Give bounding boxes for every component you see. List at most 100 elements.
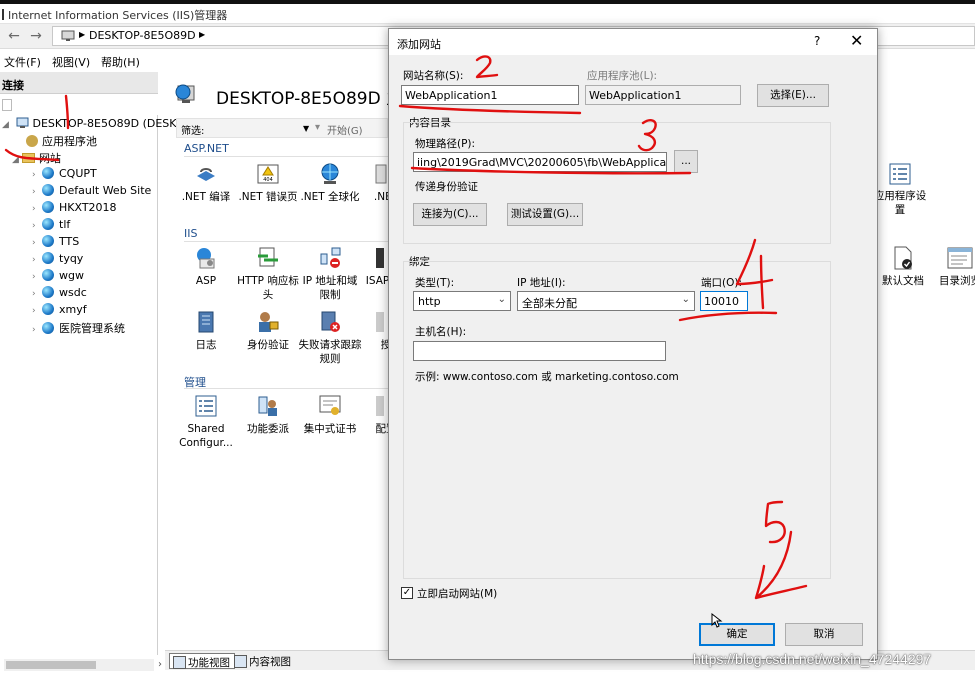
globe-icon: [42, 252, 54, 264]
chevron-right-icon[interactable]: ›: [32, 187, 42, 197]
globe-icon: [42, 184, 54, 196]
new-connection-icon[interactable]: [2, 99, 12, 111]
tree-site-item[interactable]: › tlf: [32, 218, 70, 231]
tree-horizontal-scrollbar[interactable]: ›: [4, 659, 162, 671]
start-immediately-checkbox[interactable]: ✓: [401, 587, 413, 599]
feature-http-response-headers[interactable]: HTTP 响应标头: [236, 246, 300, 302]
server-icon: [16, 117, 28, 128]
svg-text:404: 404: [263, 177, 273, 183]
select-app-pool-button[interactable]: 选择(E)...: [757, 84, 829, 107]
chevron-right-icon[interactable]: ›: [32, 170, 42, 180]
chevron-down-icon[interactable]: ◢: [2, 120, 12, 130]
ip-address-select[interactable]: 全部未分配 ⌄: [517, 291, 695, 311]
feature-label: IP 地址和域限制: [302, 275, 358, 301]
chevron-right-icon[interactable]: ›: [32, 272, 42, 282]
feature-shared-configuration[interactable]: Shared Configur...: [174, 394, 238, 450]
type-select[interactable]: http ⌄: [413, 291, 511, 311]
scroll-right-icon[interactable]: ›: [158, 659, 162, 670]
cert-icon: [318, 394, 342, 418]
feature-asp[interactable]: ASP: [174, 246, 238, 288]
close-icon[interactable]: ✕: [850, 31, 863, 50]
pass-through-auth-label: 传递身份验证: [415, 181, 478, 193]
back-arrow-icon[interactable]: ←: [4, 26, 24, 46]
chevron-down-icon[interactable]: ▼: [303, 124, 309, 133]
add-website-dialog: 添加网站 ? ✕ 网站名称(S): WebApplication1 应用程序池(…: [388, 28, 878, 660]
feature-label: 集中式证书: [303, 423, 357, 435]
globe-icon: [318, 162, 342, 186]
tree-server-node[interactable]: ◢ DESKTOP-8E5O89D (DESKT: [2, 117, 182, 130]
globe-icon: [42, 218, 54, 230]
chevron-right-icon[interactable]: ›: [32, 255, 42, 265]
chevron-right-icon[interactable]: ›: [32, 325, 42, 335]
tree-site-item[interactable]: › xmyf: [32, 303, 87, 316]
browse-path-button[interactable]: ...: [674, 150, 698, 173]
feature-delegation[interactable]: 功能委派: [236, 394, 300, 436]
watermark: https://blog.csdn.net/weixin_47244297: [693, 651, 932, 667]
connections-tree: ◢ DESKTOP-8E5O89D (DESKT 应用程序池 ◢ 网站 › CQUP…: [0, 115, 182, 655]
tab-content-view[interactable]: 内容视图: [231, 653, 295, 669]
menu-view[interactable]: 视图(V): [52, 54, 90, 70]
tree-site-item[interactable]: › HKXT2018: [32, 201, 117, 214]
globe-icon: [42, 286, 54, 298]
connect-as-button[interactable]: 连接为(C)...: [413, 203, 487, 226]
feature-centralized-certificates[interactable]: 集中式证书: [298, 394, 362, 436]
tree-site-label: 医院管理系统: [59, 322, 125, 335]
dialog-titlebar: 添加网站 ? ✕: [389, 29, 877, 55]
start-filter-button[interactable]: 开始(G): [327, 122, 363, 137]
feature-label: 功能委派: [247, 423, 289, 435]
menu-file[interactable]: 文件(F): [4, 54, 41, 70]
tree-site-item[interactable]: › tyqy: [32, 252, 83, 265]
feature-net-compilation[interactable]: .NET 编译: [174, 162, 238, 204]
help-icon[interactable]: ?: [814, 34, 820, 48]
physical-path-label: 物理路径(P):: [415, 138, 476, 150]
port-input[interactable]: 10010: [700, 291, 748, 311]
main-header: DESKTOP-8E5O89D 主: [168, 72, 403, 114]
app-pool-label: 应用程序池(L):: [587, 70, 658, 82]
chevron-right-icon[interactable]: ›: [32, 238, 42, 248]
tree-site-item[interactable]: › 医院管理系统: [32, 320, 125, 336]
tree-app-pools-label: 应用程序池: [42, 135, 97, 148]
site-name-input[interactable]: WebApplication1: [401, 85, 579, 105]
tree-app-pools[interactable]: 应用程序池: [26, 133, 97, 149]
tree-sites[interactable]: ◢ 网站: [12, 150, 61, 166]
feature-net-globalization[interactable]: .NET 全球化: [298, 162, 362, 204]
tree-site-label: wgw: [59, 269, 84, 282]
dialog-title: 添加网站: [397, 38, 441, 51]
feature-ip-domain-restrictions[interactable]: IP 地址和域限制: [298, 246, 362, 302]
physical-path-input[interactable]: iing\2019Grad\MVC\20200605\fb\WebApplica…: [413, 152, 667, 172]
chevron-right-icon[interactable]: ›: [32, 289, 42, 299]
feature-app-settings[interactable]: 应用程序设置: [870, 163, 930, 217]
tree-site-item[interactable]: › wgw: [32, 269, 84, 282]
filter-funnel-icon[interactable]: ▾: [315, 122, 320, 133]
tab-features-view[interactable]: 功能视图: [169, 653, 235, 669]
cancel-button[interactable]: 取消: [785, 623, 863, 646]
scrollbar-thumb[interactable]: [6, 661, 96, 669]
feature-default-document[interactable]: 默认文档: [873, 246, 933, 288]
feature-authentication[interactable]: 身份验证: [236, 310, 300, 352]
chevron-right-icon[interactable]: ›: [32, 221, 42, 231]
chevron-right-icon[interactable]: ▶: [199, 30, 205, 39]
start-immediately-label: 立即启动网站(M): [417, 588, 498, 600]
connections-header: 连接: [0, 72, 158, 94]
section-management: 管理: [184, 376, 394, 389]
chevron-right-icon[interactable]: ›: [32, 306, 42, 316]
tree-site-label: xmyf: [59, 303, 87, 316]
ip-icon: [318, 246, 342, 270]
tree-site-item[interactable]: › TTS: [32, 235, 79, 248]
test-settings-button[interactable]: 测试设置(G)...: [507, 203, 583, 226]
tree-site-item[interactable]: › wsdc: [32, 286, 87, 299]
chevron-down-icon[interactable]: ◢: [12, 155, 22, 165]
chevron-right-icon[interactable]: ›: [32, 204, 42, 214]
feature-net-error-pages[interactable]: 404 .NET 错误页: [236, 162, 300, 204]
ip-address-label: IP 地址(I):: [517, 277, 566, 289]
hostname-input[interactable]: [413, 341, 666, 361]
forward-arrow-icon[interactable]: →: [26, 26, 46, 46]
feature-logging[interactable]: 日志: [174, 310, 238, 352]
tree-site-item[interactable]: › Default Web Site: [32, 184, 151, 197]
delegate-icon: [256, 394, 280, 418]
feature-directory-browsing[interactable]: 目录浏览: [930, 246, 975, 288]
menu-help[interactable]: 帮助(H): [101, 54, 140, 70]
tree-site-item[interactable]: › CQUPT: [32, 167, 97, 180]
feature-failed-request-tracing[interactable]: 失败请求跟踪规则: [298, 310, 362, 366]
folder-icon: [22, 153, 35, 163]
